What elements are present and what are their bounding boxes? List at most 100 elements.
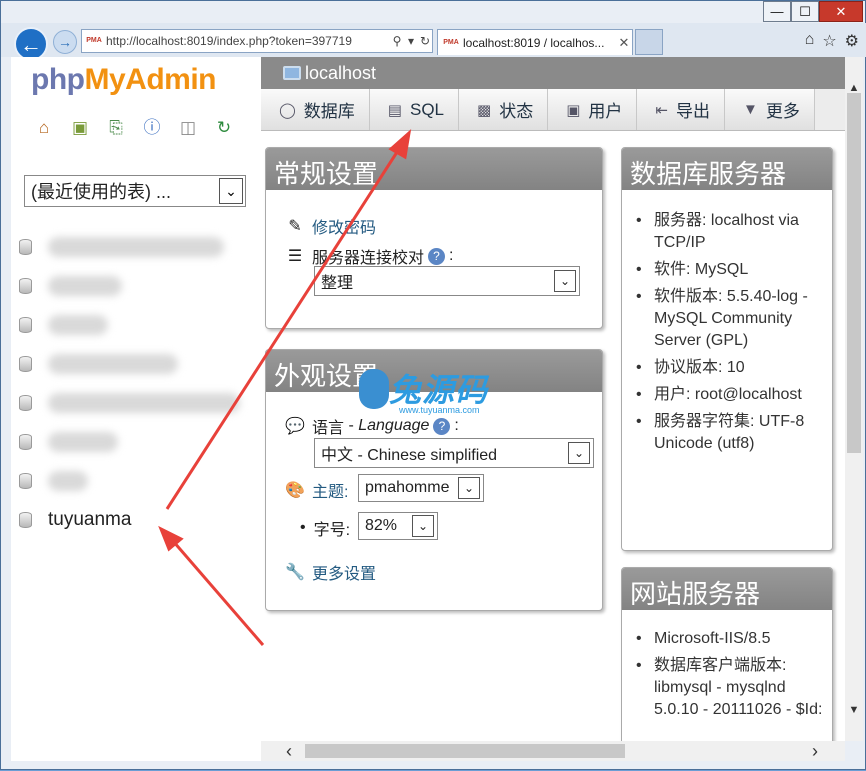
database-name[interactable]: tuyuanma: [48, 509, 131, 531]
fontsize-select[interactable]: 82% ⌄: [358, 512, 438, 540]
chevron-down-icon[interactable]: ⌄: [458, 477, 480, 499]
sql-icon[interactable]: ⎘: [105, 117, 127, 139]
scroll-right-icon[interactable]: ›: [805, 741, 825, 761]
address-bar[interactable]: PMA http://localhost:8019/index.php?toke…: [81, 29, 433, 53]
tab-users[interactable]: ▣ 用户: [548, 89, 638, 130]
star-icon[interactable]: ☆: [822, 31, 836, 51]
database-icon: [19, 472, 32, 489]
tab-label: 导出: [675, 102, 710, 121]
users-icon: ▣: [566, 101, 581, 119]
tab-databases[interactable]: ◯ 数据库: [261, 89, 370, 130]
theme-select[interactable]: pmahomme ⌄: [358, 474, 484, 502]
chevron-down-icon: ▼: [742, 101, 758, 118]
list-item: 用户: root@localhost: [630, 384, 830, 406]
tab-label: 用户: [588, 102, 623, 121]
browser-window: — ☐ ✕ ← → PMA http://localhost:8019/inde…: [0, 0, 866, 770]
recent-tables-value: (最近使用的表) ...: [31, 182, 171, 202]
help-icon[interactable]: ⓘ: [141, 117, 163, 139]
list-item: 服务器: localhost via TCP/IP: [630, 210, 830, 254]
new-tab-button[interactable]: [635, 29, 663, 55]
exit-icon[interactable]: ▣: [69, 117, 91, 139]
address-url[interactable]: http://localhost:8019/index.php?token=39…: [106, 34, 390, 48]
theme-value: pmahomme: [365, 479, 450, 496]
language-select[interactable]: 中文 - Chinese simplified ⌄: [314, 438, 594, 468]
database-item[interactable]: [19, 266, 259, 305]
dropdown-icon[interactable]: ▾: [404, 34, 418, 48]
close-button[interactable]: ✕: [819, 1, 863, 22]
help-icon[interactable]: ?: [433, 417, 451, 435]
tab-status[interactable]: ▩ 状态: [459, 89, 549, 130]
tab-close-icon[interactable]: ✕: [616, 35, 632, 51]
more-settings-link[interactable]: 更多设置: [312, 560, 376, 584]
home-icon[interactable]: ⌂: [33, 117, 55, 139]
database-item[interactable]: [19, 383, 259, 422]
tab-label: 状态: [499, 102, 534, 121]
server-name[interactable]: localhost: [305, 63, 376, 84]
minimize-button[interactable]: —: [763, 1, 791, 22]
horizontal-scrollbar[interactable]: ‹ ›: [261, 741, 845, 761]
scroll-thumb[interactable]: [305, 744, 625, 758]
status-icon: ▩: [477, 101, 492, 119]
database-server-panel: 数据库服务器 服务器: localhost via TCP/IP 软件: MyS…: [621, 147, 833, 551]
home-icon[interactable]: ⌂: [805, 31, 815, 51]
scroll-down-icon[interactable]: ▼: [845, 701, 863, 719]
docs-icon[interactable]: ◫: [177, 117, 199, 139]
scroll-thumb[interactable]: [847, 93, 861, 453]
chevron-down-icon[interactable]: ⌄: [412, 515, 434, 537]
help-icon[interactable]: ?: [428, 247, 446, 265]
maximize-button[interactable]: ☐: [791, 1, 819, 22]
language-sep: -: [344, 417, 359, 434]
database-item[interactable]: [19, 227, 259, 266]
change-password-row: ✎ 修改密码: [284, 214, 376, 238]
scroll-left-icon[interactable]: ‹: [279, 741, 299, 761]
database-list: tuyuanma: [19, 227, 259, 539]
database-item[interactable]: [19, 305, 259, 344]
logo-php: php: [31, 63, 85, 96]
tab-more[interactable]: ▼ 更多: [724, 89, 815, 130]
back-icon[interactable]: ←: [14, 27, 48, 61]
server-icon: [283, 66, 301, 80]
web-server-panel: 网站服务器 Microsoft-IIS/8.5 数据库客户端版本: libmys…: [621, 567, 833, 741]
fontsize-value: 82%: [365, 517, 398, 534]
chevron-down-icon[interactable]: ⌄: [219, 178, 243, 204]
list-item: 服务器字符集: UTF-8 Unicode (utf8): [630, 411, 830, 455]
top-menu: ◯ 数据库 ▤ SQL ▩ 状态 ▣ 用户 ⇤ 导出 ▼ 更多: [261, 89, 845, 131]
database-item[interactable]: [19, 461, 259, 500]
recent-tables-select[interactable]: (最近使用的表) ... ⌄: [24, 175, 246, 207]
reload-icon[interactable]: ↻: [213, 117, 235, 139]
database-item-tuyuanma[interactable]: tuyuanma: [19, 500, 259, 539]
collation-value: 整理: [321, 275, 354, 292]
phpmyadmin-logo[interactable]: phpMyAdmin: [31, 63, 216, 97]
chevron-down-icon[interactable]: ⌄: [568, 442, 590, 464]
tab-sql[interactable]: ▤ SQL: [369, 89, 460, 130]
list-item: Microsoft-IIS/8.5: [630, 628, 830, 650]
list-item: 协议版本: 10: [630, 357, 830, 379]
language-value: 中文 - Chinese simplified: [321, 447, 498, 464]
forward-icon[interactable]: →: [53, 30, 77, 54]
language-icon: 💬: [285, 418, 305, 435]
gear-icon[interactable]: ⚙: [845, 31, 859, 51]
vertical-scrollbar[interactable]: ▲ ▼: [845, 57, 863, 741]
collation-label: 服务器连接校对: [312, 250, 425, 267]
tab-export[interactable]: ⇤ 导出: [637, 89, 725, 130]
database-item[interactable]: [19, 422, 259, 461]
tab-localhost[interactable]: PMA localhost:8019 / localhos... ✕: [437, 29, 633, 55]
search-icon[interactable]: ⚲: [390, 34, 404, 48]
change-password-link[interactable]: 修改密码: [312, 214, 376, 238]
database-icon: ◯: [279, 101, 296, 119]
list-icon: ☰: [287, 248, 303, 265]
palette-icon: 🎨: [285, 482, 305, 499]
window-controls: — ☐ ✕: [763, 1, 863, 23]
database-item[interactable]: [19, 344, 259, 383]
bullet-icon: •: [300, 519, 306, 536]
chevron-down-icon[interactable]: ⌄: [554, 270, 576, 292]
collation-select[interactable]: 整理 ⌄: [314, 266, 580, 296]
database-icon: [19, 316, 32, 333]
fontsize-row: • 字号:: [300, 516, 350, 540]
pma-favicon-icon: PMA: [86, 37, 102, 44]
theme-label[interactable]: 主题:: [312, 478, 348, 502]
logo-admin: Admin: [125, 63, 216, 96]
database-server-info: 服务器: localhost via TCP/IP 软件: MySQL 软件版本…: [630, 210, 830, 460]
list-item: 软件版本: 5.5.40-log - MySQL Community Serve…: [630, 286, 830, 352]
refresh-icon[interactable]: ↻: [418, 34, 432, 48]
